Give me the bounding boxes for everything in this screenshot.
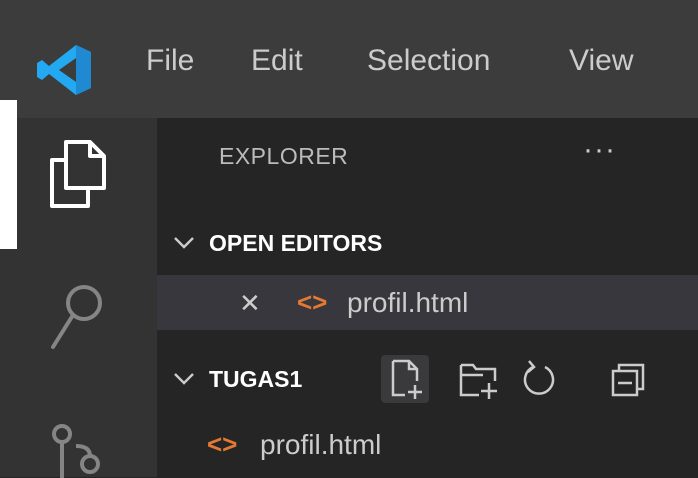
new-folder-button[interactable]	[455, 355, 503, 403]
new-file-button[interactable]	[381, 355, 429, 403]
refresh-button[interactable]	[515, 355, 563, 403]
file-tree-item[interactable]: <> profil.html	[157, 417, 698, 472]
explorer-title: EXPLORER	[219, 143, 349, 169]
collapse-all-button[interactable]	[605, 355, 653, 403]
workspace-label: TUGAS1	[209, 366, 303, 392]
open-editor-item[interactable]: ✕ <> profil.html	[157, 275, 698, 330]
menu-selection[interactable]: Selection	[367, 39, 490, 83]
title-bar: File Edit Selection View	[0, 0, 698, 118]
more-actions-button[interactable]: ···	[583, 133, 616, 167]
html-file-icon: <>	[207, 429, 238, 459]
open-editors-label: OPEN EDITORS	[209, 230, 383, 256]
menu-view[interactable]: View	[569, 39, 633, 83]
chevron-down-icon	[174, 237, 194, 249]
collapse-all-icon	[611, 363, 645, 397]
refresh-icon	[523, 360, 555, 395]
html-file-icon: <>	[297, 287, 328, 317]
source-control-icon[interactable]	[46, 418, 112, 478]
chevron-down-icon	[174, 373, 194, 385]
activity-bar	[0, 100, 157, 478]
new-folder-icon	[459, 363, 497, 399]
close-icon[interactable]: ✕	[239, 288, 261, 319]
menu-file[interactable]: File	[146, 39, 194, 83]
search-icon[interactable]	[46, 281, 112, 353]
file-tree-filename: profil.html	[260, 429, 382, 460]
vscode-logo-icon	[37, 45, 91, 95]
menu-edit[interactable]: Edit	[251, 39, 303, 83]
open-editors-header[interactable]: OPEN EDITORS	[157, 216, 698, 274]
new-file-icon	[391, 359, 422, 399]
explorer-files-icon[interactable]	[46, 138, 112, 210]
active-indicator	[0, 100, 17, 249]
open-editor-filename: profil.html	[347, 287, 469, 318]
